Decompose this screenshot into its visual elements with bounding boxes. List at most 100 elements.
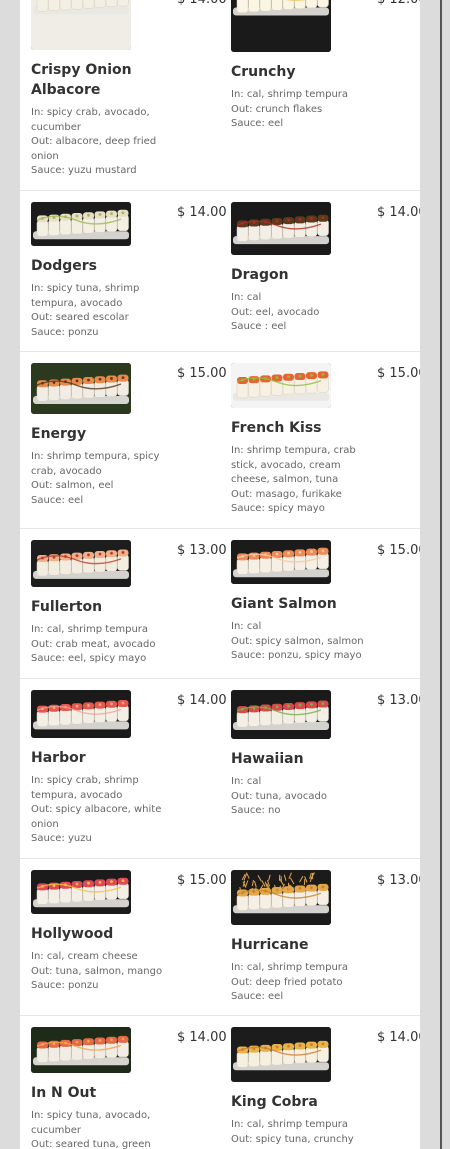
item-price: $ 15.00: [177, 873, 227, 888]
description-line: In: spicy crab, shrimp tempura, avocado: [31, 774, 166, 803]
description-line: Out: crab meat, avocado: [31, 638, 166, 653]
item-photo[interactable]: [31, 540, 131, 587]
item-name[interactable]: Dodgers: [31, 256, 166, 276]
item-price: $ 14.00: [377, 205, 420, 220]
description-line: In: cal: [231, 775, 366, 790]
description-line: In: spicy tuna, avocado, cucumber: [31, 1109, 166, 1138]
item-price: $ 12.00: [377, 0, 420, 7]
item-photo[interactable]: [231, 202, 331, 255]
item-description: In: cal, shrimp tempura Out: spicy tuna, …: [231, 1118, 366, 1147]
description-line: In: shrimp tempura, crab stick, avocado,…: [231, 444, 366, 488]
menu-sheet: $ 14.00 Crispy Onion Albacore In: spicy cr…: [20, 0, 420, 1149]
item-description: In: spicy tuna, avocado, cucumber Out: se…: [31, 1109, 166, 1149]
description-line: In: cal: [231, 291, 366, 306]
description-line: Sauce: ponzu, spicy mayo: [231, 649, 366, 664]
item-photo[interactable]: [231, 690, 331, 739]
item-photo[interactable]: [31, 202, 131, 246]
item-photo[interactable]: [231, 363, 331, 408]
description-line: In: cal, shrimp tempura: [31, 623, 166, 638]
item-name[interactable]: In N Out: [31, 1083, 166, 1103]
item-description: In: cal Out: eel, avocado Sauce : eel: [231, 291, 366, 335]
item-price: $ 15.00: [177, 366, 227, 381]
description-line: In: cal, shrimp tempura: [231, 1118, 366, 1133]
row-divider: [20, 351, 420, 352]
item-name[interactable]: Hawaiian: [231, 749, 366, 769]
item-description: In: shrimp tempura, crab stick, avocado,…: [231, 444, 366, 517]
description-line: In: cal, shrimp tempura: [231, 961, 366, 976]
item-photo[interactable]: [231, 0, 331, 52]
item-name[interactable]: Giant Salmon: [231, 594, 366, 614]
description-line: Sauce: spicy mayo: [231, 502, 366, 517]
item-description: In: cal Out: tuna, avocado Sauce: no: [231, 775, 366, 819]
item-price: $ 13.00: [377, 693, 420, 708]
description-line: Sauce: ponzu: [31, 326, 166, 341]
description-line: Sauce: eel: [31, 494, 166, 509]
description-line: Out: spicy albacore, white onion: [31, 803, 166, 832]
description-line: Out: spicy tuna, crunchy: [231, 1133, 366, 1148]
item-description: In: cal, shrimp tempura Out: crunch flake…: [231, 88, 366, 132]
description-line: Out: spicy salmon, salmon: [231, 635, 366, 650]
scrollbar-track[interactable]: [440, 0, 442, 1149]
item-price: $ 14.00: [177, 0, 227, 7]
item-description: In: cal, shrimp tempura Out: deep fried p…: [231, 961, 366, 1005]
item-price: $ 14.00: [377, 1030, 420, 1045]
item-name[interactable]: Fullerton: [31, 597, 166, 617]
description-line: Sauce: yuzu mustard: [31, 164, 166, 179]
item-price: $ 15.00: [377, 543, 420, 558]
item-name[interactable]: Harbor: [31, 748, 166, 768]
row-divider: [20, 1015, 420, 1016]
item-price: $ 13.00: [177, 543, 227, 558]
item-name[interactable]: Crispy Onion Albacore: [31, 60, 166, 100]
description-line: Out: seared tuna, green: [31, 1138, 166, 1149]
item-photo[interactable]: [31, 0, 131, 50]
description-line: Out: deep fried potato: [231, 976, 366, 991]
item-description: In: cal Out: spicy salmon, salmon Sauce: p…: [231, 620, 366, 664]
item-description: In: cal, cream cheese Out: tuna, salmon, …: [31, 950, 166, 994]
description-line: Sauce: eel, spicy mayo: [31, 652, 166, 667]
description-line: Out: salmon, eel: [31, 479, 166, 494]
description-line: Out: tuna, salmon, mango: [31, 965, 166, 980]
row-divider: [20, 678, 420, 679]
item-name[interactable]: Hollywood: [31, 924, 166, 944]
item-photo[interactable]: [31, 363, 131, 414]
item-name[interactable]: King Cobra: [231, 1092, 366, 1112]
item-price: $ 14.00: [177, 693, 227, 708]
item-description: In: shrimp tempura, spicy crab, avocado O…: [31, 450, 166, 508]
item-name[interactable]: Energy: [31, 424, 166, 444]
item-description: In: spicy crab, shrimp tempura, avocado O…: [31, 774, 166, 847]
item-name[interactable]: French Kiss: [231, 418, 366, 438]
item-photo[interactable]: [31, 870, 131, 914]
description-line: Sauce : eel: [231, 320, 366, 335]
item-photo[interactable]: [31, 690, 131, 738]
item-description: In: spicy crab, avocado, cucumber Out: al…: [31, 106, 166, 179]
description-line: Out: eel, avocado: [231, 306, 366, 321]
item-price: $ 15.00: [377, 366, 420, 381]
item-name[interactable]: Crunchy: [231, 62, 366, 82]
item-name[interactable]: Dragon: [231, 265, 366, 285]
description-line: Sauce: ponzu: [31, 979, 166, 994]
description-line: In: cal, shrimp tempura: [231, 88, 366, 103]
row-divider: [20, 190, 420, 191]
item-photo[interactable]: [31, 1027, 131, 1073]
item-description: In: cal, shrimp tempura Out: crab meat, a…: [31, 623, 166, 667]
description-line: Sauce: eel: [231, 990, 366, 1005]
description-line: Out: masago, furikake: [231, 488, 366, 503]
description-line: Sauce: eel: [231, 117, 366, 132]
description-line: In: spicy crab, avocado, cucumber: [31, 106, 166, 135]
row-divider: [20, 858, 420, 859]
description-line: In: spicy tuna, shrimp tempura, avocado: [31, 282, 166, 311]
item-price: $ 14.00: [177, 1030, 227, 1045]
description-line: Out: crunch flakes: [231, 103, 366, 118]
item-name[interactable]: Hurricane: [231, 935, 366, 955]
description-line: Out: seared escolar: [31, 311, 166, 326]
description-line: In: cal, cream cheese: [31, 950, 166, 965]
description-line: Sauce: no: [231, 804, 366, 819]
item-price: $ 13.00: [377, 873, 420, 888]
item-photo[interactable]: [231, 540, 331, 584]
description-line: In: shrimp tempura, spicy crab, avocado: [31, 450, 166, 479]
item-photo[interactable]: [231, 1027, 331, 1082]
description-line: Out: tuna, avocado: [231, 790, 366, 805]
description-line: In: cal: [231, 620, 366, 635]
description-line: Out: albacore, deep fried onion: [31, 135, 166, 164]
item-photo[interactable]: [231, 870, 331, 925]
